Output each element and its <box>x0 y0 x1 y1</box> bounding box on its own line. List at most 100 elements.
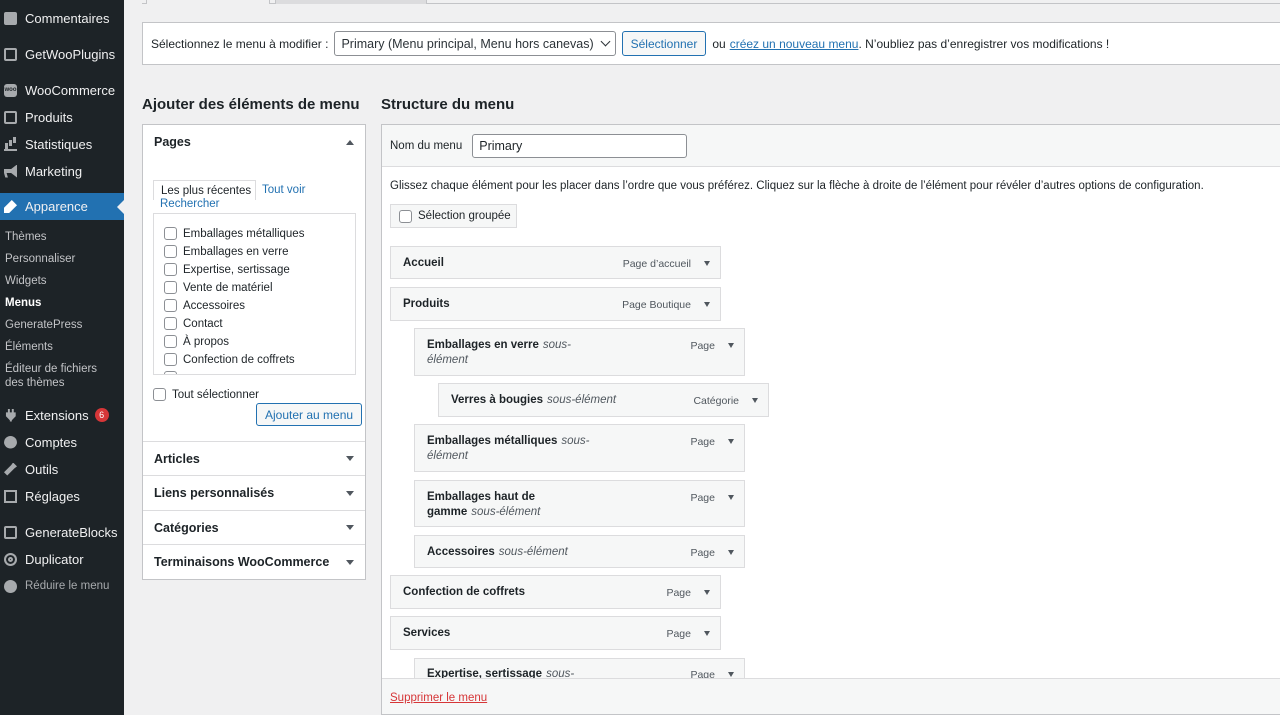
list-item[interactable]: Vente de matériel <box>164 281 273 294</box>
tab-view-all[interactable]: Tout voir <box>262 184 305 196</box>
accordion-title: Liens personnalisés <box>154 486 275 500</box>
list-item[interactable]: Emballages métalliques <box>164 227 304 240</box>
menu-select[interactable]: Primary (Menu principal, Menu hors canev… <box>334 31 616 56</box>
sidebar-item-generateblocks[interactable]: GenerateBlocks <box>0 523 124 541</box>
submenu-themes[interactable]: Thèmes <box>5 230 47 244</box>
sidebar-item-comptes[interactable]: Comptes <box>0 433 124 451</box>
chevron-down-icon[interactable] <box>728 672 734 677</box>
submenu-generatepress[interactable]: GeneratePress <box>5 318 82 332</box>
checkbox[interactable] <box>164 263 177 276</box>
chevron-down-icon[interactable] <box>728 439 734 444</box>
accordion-title: Terminaisons WooCommerce <box>154 555 330 569</box>
checkbox[interactable] <box>164 353 177 366</box>
sidebar-item-marketing[interactable]: Marketing <box>0 162 124 180</box>
sidebar-item-label: Extensions <box>25 407 89 423</box>
list-item[interactable]: Contact <box>164 317 223 330</box>
chevron-down-icon[interactable] <box>728 343 734 348</box>
menu-item[interactable]: Confection de coffrets Page <box>390 575 721 609</box>
select-all-checkbox[interactable]: Tout sélectionner <box>153 388 259 401</box>
sidebar-item-label: Duplicator <box>25 551 84 567</box>
bulk-select-toggle[interactable]: Sélection groupée <box>390 204 517 228</box>
accordion-pages-header[interactable]: Pages <box>143 125 365 159</box>
checkbox[interactable] <box>164 245 177 258</box>
manage-menus-bar: Sélectionnez le menu à modifier : Primar… <box>142 22 1280 65</box>
list-item[interactable]: Emballages en verre <box>164 245 288 258</box>
user-icon <box>4 435 17 449</box>
submenu-menus[interactable]: Menus <box>5 296 41 310</box>
checkbox[interactable] <box>153 388 166 401</box>
accordion-custom-links-header[interactable]: Liens personnalisés <box>143 476 365 511</box>
checkbox[interactable] <box>399 209 412 223</box>
submenu-theme-file-editor[interactable]: Éditeur de fichiers des thèmes <box>5 362 117 390</box>
sidebar-item-produits[interactable]: Produits <box>0 108 124 126</box>
accordion-categories-header[interactable]: Catégories <box>143 511 365 545</box>
checkbox[interactable] <box>164 227 177 240</box>
chevron-down-icon[interactable] <box>704 590 710 595</box>
menu-item-type: Catégorie <box>693 395 739 407</box>
submenu-widgets[interactable]: Widgets <box>5 274 47 288</box>
sidebar-item-label: Commentaires <box>25 10 110 26</box>
menu-item[interactable]: Accueil Page d’accueil <box>390 246 721 279</box>
comments-icon <box>4 11 17 25</box>
sidebar-item-woocommerce[interactable]: woo WooCommerce <box>0 81 124 99</box>
accordion-title: Articles <box>154 451 200 466</box>
checkbox[interactable] <box>164 317 177 330</box>
collapse-menu-button[interactable]: Réduire le menu <box>0 577 124 595</box>
checkbox[interactable] <box>164 299 177 312</box>
menu-name-bar: Nom du menu <box>382 125 1280 167</box>
sidebar-item-extensions[interactable]: Extensions 6 <box>0 406 124 424</box>
menu-item[interactable]: Emballages haut de gamme sous-élément Pag… <box>414 480 745 527</box>
submenu-personnaliser[interactable]: Personnaliser <box>5 252 75 266</box>
select-menu-label: Sélectionnez le menu à modifier : <box>151 36 329 51</box>
megaphone-icon <box>4 164 17 178</box>
sidebar-item-statistiques[interactable]: Statistiques <box>0 135 124 153</box>
select-all-label: Tout sélectionner <box>172 388 259 401</box>
menu-item[interactable]: Produits Page Boutique <box>390 287 721 321</box>
chevron-down-icon <box>346 456 354 461</box>
add-to-menu-button[interactable]: Ajouter au menu <box>256 403 363 426</box>
sidebar-item-apparence[interactable]: Apparence <box>0 193 124 220</box>
sidebar-item-outils[interactable]: Outils <box>0 460 124 478</box>
tab-search[interactable]: Rechercher <box>160 198 219 210</box>
chevron-down-icon[interactable] <box>704 631 710 636</box>
chevron-down-icon <box>346 559 354 565</box>
menu-item[interactable]: Services Page <box>390 616 721 650</box>
menu-item-type: Page Boutique <box>622 299 691 311</box>
statistics-icon <box>4 138 17 151</box>
accordion-woocommerce-endpoints-header[interactable]: Terminaisons WooCommerce <box>143 545 365 579</box>
chevron-down-icon[interactable] <box>752 398 758 403</box>
list-item[interactable]: Confection de coffrets <box>164 353 295 366</box>
menu-item[interactable]: Verres à bougies sous-élément Catégorie <box>438 383 769 417</box>
sidebar-item-getwooplugins[interactable]: GetWooPlugins <box>0 45 124 63</box>
list-item[interactable]: Expertise, sertissage <box>164 263 290 276</box>
chevron-down-icon[interactable] <box>728 495 734 500</box>
delete-menu-link[interactable]: Supprimer le menu <box>390 692 487 704</box>
sidebar-item-label: WooCommerce <box>25 82 116 98</box>
sidebar-item-duplicator[interactable]: Duplicator <box>0 550 124 568</box>
menu-item[interactable]: Emballages métalliques sous-élément Page <box>414 424 745 472</box>
list-item[interactable]: Accessoires <box>164 299 245 312</box>
checkbox[interactable] <box>164 335 177 348</box>
sidebar-item-reglages[interactable]: Réglages <box>0 487 124 505</box>
checkbox[interactable] <box>164 281 177 294</box>
tab-manage-locations[interactable] <box>275 0 427 4</box>
submenu-elements[interactable]: Éléments <box>5 340 53 354</box>
chevron-down-icon[interactable] <box>704 261 710 266</box>
menu-item[interactable]: Emballages en verre sous-élément Page <box>414 328 745 376</box>
chevron-down-icon[interactable] <box>728 550 734 555</box>
accordion-articles-header[interactable]: Articles <box>143 441 365 476</box>
menu-item[interactable]: Accessoires sous-élément Page <box>414 535 745 568</box>
create-new-menu-link[interactable]: créez un nouveau menu <box>730 37 859 51</box>
tab-most-recent[interactable]: Les plus récentes <box>153 180 256 200</box>
sidebar-item-label: Marketing <box>25 163 83 179</box>
tab-edit-menus[interactable] <box>146 0 270 4</box>
select-menu-button[interactable]: Sélectionner <box>621 31 707 56</box>
sidebar-item-commentaires[interactable]: Commentaires <box>0 9 124 27</box>
chevron-down-icon[interactable] <box>704 302 710 307</box>
menu-name-input[interactable] <box>472 133 688 158</box>
list-item[interactable]: À propos <box>164 335 229 348</box>
menu-item-type: Page <box>666 628 691 640</box>
checkbox[interactable] <box>164 371 177 374</box>
page-label: À propos <box>183 335 230 348</box>
menu-item-type: Page d’accueil <box>622 258 691 270</box>
